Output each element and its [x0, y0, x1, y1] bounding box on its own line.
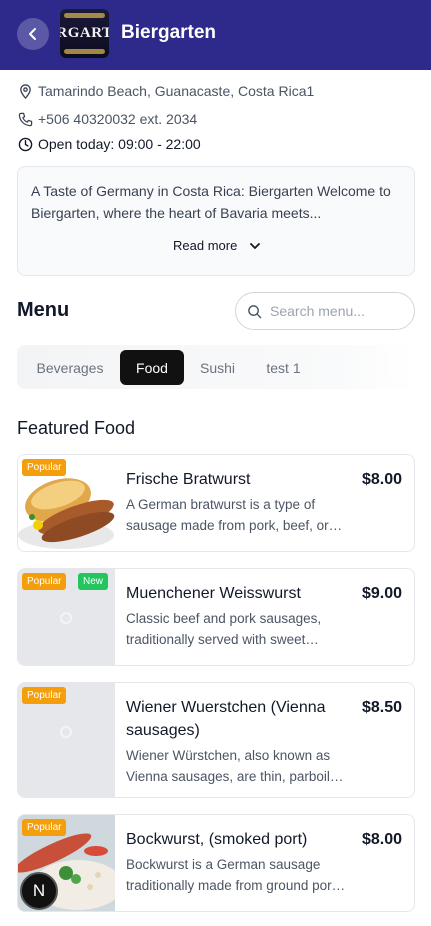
clock-icon [18, 137, 33, 152]
item-name: Bockwurst, (smoked port) [126, 831, 308, 848]
phone-row[interactable]: +506 40320032 ext. 2034 [18, 111, 197, 127]
about-text: A Taste of Germany in Costa Rica: Bierga… [31, 183, 391, 221]
popular-badge: Popular [22, 687, 67, 704]
tab-food[interactable]: Food [120, 350, 184, 385]
about-card: A Taste of Germany in Costa Rica: Bierga… [17, 166, 415, 276]
phone-icon [18, 112, 33, 127]
item-price: $9.00 [361, 585, 402, 602]
chevron-left-icon [29, 28, 36, 40]
item-name: Frische Bratwurst [126, 471, 251, 488]
item-description: A German bratwurst is a type of sausage … [126, 497, 343, 533]
read-more-label: Read more [173, 238, 238, 253]
hours-row: Open today: 09:00 - 22:00 [18, 136, 201, 152]
item-price: $8.50 [361, 699, 402, 716]
menu-item-card[interactable]: Popular Frische Bratwurst $8.00 A German… [17, 454, 415, 552]
map-pin-icon [18, 83, 33, 99]
hours-text: Open today: 09:00 - 22:00 [38, 136, 201, 152]
tab-sushi[interactable]: Sushi [191, 350, 244, 385]
item-name: Wiener Wuerstchen (Vienna sausages) [126, 699, 326, 739]
new-badge: New [78, 573, 109, 590]
popular-badge: Popular [22, 573, 67, 590]
app-header: RGART Biergarten [0, 0, 431, 70]
tab-test-1[interactable]: test 1 [252, 350, 315, 385]
menu-title: Menu [17, 299, 70, 321]
address-text: Tamarindo Beach, Guanacaste, Costa Rica1 [38, 83, 315, 99]
chevron-down-icon [250, 242, 261, 249]
fab-label: N [32, 881, 46, 900]
read-more-button[interactable]: Read more [173, 238, 261, 253]
image-loading-icon [60, 726, 72, 738]
restaurant-title: Biergarten [121, 22, 217, 43]
item-description: Bockwurst is a German sausage traditiona… [126, 857, 346, 893]
item-name: Muenchener Weisswurst [126, 585, 301, 602]
image-loading-icon [60, 612, 72, 624]
address-row: Tamarindo Beach, Guanacaste, Costa Rica1 [18, 83, 314, 99]
section-title: Featured Food [17, 418, 136, 438]
item-price: $8.00 [361, 831, 402, 848]
back-button[interactable] [17, 18, 49, 50]
category-tabs: Beverages Food Sushi test 1 [17, 345, 415, 389]
item-image-placeholder: Popular [18, 683, 115, 797]
menu-search-input[interactable] [270, 303, 400, 319]
menu-search-box[interactable] [235, 292, 415, 330]
popular-badge: Popular [22, 459, 67, 476]
menu-item-card[interactable]: Popular New Muenchener Weisswurst $9.00 … [17, 568, 415, 666]
item-description: Classic beef and pork sausages, traditio… [126, 611, 322, 647]
menu-item-card[interactable]: Popular Wiener Wuerstchen (Vienna sausag… [17, 682, 415, 798]
menu-item-card[interactable]: Popular Bockwurst, (smoked port) $8.00 B… [17, 814, 415, 912]
popular-badge: Popular [22, 819, 67, 836]
phone-text: +506 40320032 ext. 2034 [38, 111, 198, 127]
restaurant-logo: RGART [60, 9, 109, 58]
item-description: Wiener Würstchen, also known as Vienna s… [126, 748, 344, 784]
floating-action-button[interactable]: N [20, 872, 58, 910]
tab-beverages[interactable]: Beverages [25, 350, 115, 385]
search-icon [248, 304, 262, 318]
item-image: Popular [18, 455, 115, 551]
item-image-placeholder: Popular New [18, 569, 115, 665]
logo-text: RGART [60, 25, 109, 41]
item-price: $8.00 [361, 471, 402, 488]
